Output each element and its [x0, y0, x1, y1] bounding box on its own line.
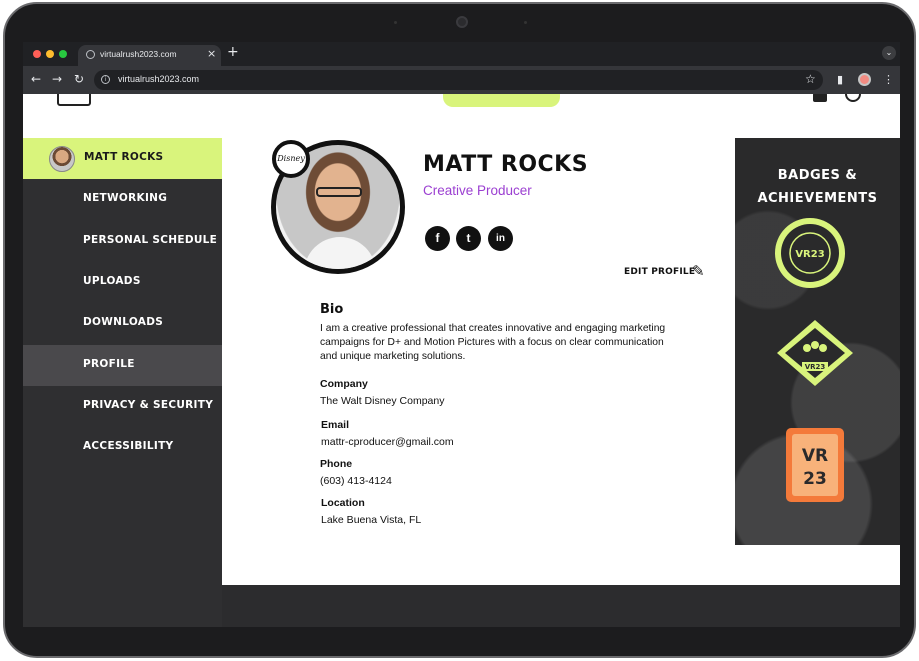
bookmark-star-icon[interactable]: ☆	[805, 72, 816, 86]
tab-search-icon[interactable]: ⌄	[882, 46, 896, 60]
vr23-ticket-badge[interactable]: VR 23	[784, 426, 846, 504]
sensor-dot	[394, 21, 397, 24]
sidebar-item-label: UPLOADS	[83, 275, 141, 287]
badge-figure	[819, 344, 827, 352]
profile-avatar-icon[interactable]	[858, 73, 871, 86]
company-value: The Walt Disney Company	[320, 395, 445, 407]
location-label: Location	[321, 497, 365, 509]
search-icon[interactable]	[845, 94, 861, 102]
sidebar-item-profile[interactable]: PROFILE	[23, 345, 222, 386]
badge-text: VR	[802, 446, 828, 466]
nav-link-about[interactable]: ABOUT US	[367, 94, 429, 97]
sidebar-item-label: PRIVACY & SECURITY	[83, 399, 214, 411]
nav-link-home[interactable]: HOME	[121, 94, 157, 97]
bio-heading: Bio	[320, 302, 344, 317]
sidebar-item-label: NETWORKING	[83, 192, 168, 204]
site-header: HOME EVENT MEMBERSHIPS ABOUT US	[23, 94, 900, 138]
browser-tab-bar: virtualrush2023.com × + ⌄	[23, 42, 900, 66]
company-logo-badge: Disney	[272, 140, 310, 178]
sidebar-item-personal-schedule[interactable]: PERSONAL SCHEDULE	[23, 221, 222, 262]
user-icon[interactable]	[813, 94, 827, 102]
edit-profile-link[interactable]: EDIT PROFILE	[624, 267, 695, 277]
sidepanel-icon[interactable]: ▮	[837, 73, 843, 86]
bio-text: I am a creative professional that create…	[320, 323, 666, 362]
screen: virtualrush2023.com × + ⌄ ← → ↻ i virtua…	[23, 42, 900, 627]
url-text: virtualrush2023.com	[118, 74, 200, 84]
badge-text: VR23	[795, 249, 824, 260]
right-panel-footer	[735, 545, 900, 585]
badges-panel: BADGES & ACHIEVEMENTS VR23 VR23 VR 23	[735, 138, 900, 545]
sidebar-user-name: MATT ROCKS	[84, 151, 164, 163]
profile-name: MATT ROCKS	[423, 152, 589, 177]
badges-title-line2: ACHIEVEMENTS	[757, 191, 878, 206]
browser-menu-icon[interactable]: ⋮	[883, 73, 894, 86]
maximize-window-dot[interactable]	[59, 50, 67, 58]
globe-icon	[86, 50, 95, 59]
tablet-frame: virtualrush2023.com × + ⌄ ← → ↻ i virtua…	[3, 2, 916, 658]
sidebar-item-networking[interactable]: NETWORKING	[23, 179, 222, 220]
nav-link-event[interactable]: EVENT	[185, 94, 224, 97]
avatar	[49, 146, 75, 172]
vr23-diamond-badge[interactable]: VR23	[775, 318, 855, 388]
badges-title-line1: BADGES &	[777, 168, 858, 183]
sidebar-item-label: PERSONAL SCHEDULE	[83, 234, 218, 246]
web-page: HOME EVENT MEMBERSHIPS ABOUT US MATT ROC…	[23, 94, 900, 627]
forward-button[interactable]: →	[52, 72, 62, 86]
sidebar-item-label: ACCESSIBILITY	[83, 440, 174, 452]
badge-figure	[803, 344, 811, 352]
sidebar-item-accessibility[interactable]: ACCESSIBILITY	[23, 427, 222, 468]
sidebar-item-uploads[interactable]: UPLOADS	[23, 262, 222, 303]
pencil-icon[interactable]: ✎	[692, 262, 705, 280]
phone-label: Phone	[320, 458, 353, 470]
tab-title: virtualrush2023.com	[100, 49, 177, 59]
sidebar: MATT ROCKS NETWORKING PERSONAL SCHEDULE …	[23, 138, 222, 627]
linkedin-icon[interactable]: in	[488, 226, 513, 251]
new-tab-button[interactable]: +	[227, 44, 239, 60]
badges-title: BADGES & ACHIEVEMENTS	[735, 164, 900, 210]
site-logo[interactable]	[57, 94, 91, 106]
nav-link-membership[interactable]: MEMBERSHIPS	[254, 94, 342, 97]
get-tickets-button[interactable]	[443, 94, 560, 107]
close-tab-icon[interactable]: ×	[207, 47, 216, 60]
badge-text: 23	[803, 469, 827, 489]
back-button[interactable]: ←	[31, 72, 41, 86]
sidebar-item-downloads[interactable]: DOWNLOADS	[23, 303, 222, 344]
badge-figure	[811, 341, 819, 349]
browser-tab[interactable]: virtualrush2023.com ×	[78, 45, 221, 66]
sidebar-item-label: PROFILE	[83, 358, 135, 370]
profile-main: Disney MATT ROCKS Creative Producer f t …	[222, 138, 735, 585]
company-label: Company	[320, 378, 368, 390]
facebook-icon[interactable]: f	[425, 226, 450, 251]
location-value: Lake Buena Vista, FL	[321, 514, 422, 526]
sidebar-item-label: DOWNLOADS	[83, 316, 164, 328]
glasses-shape	[316, 187, 362, 197]
reload-button[interactable]: ↻	[74, 72, 84, 86]
sensor-dot	[524, 21, 527, 24]
sidebar-item-privacy-security[interactable]: PRIVACY & SECURITY	[23, 386, 222, 427]
badge-text: VR23	[805, 363, 826, 371]
camera-icon	[456, 16, 468, 28]
address-bar[interactable]: i virtualrush2023.com ☆	[94, 70, 823, 90]
sidebar-user[interactable]: MATT ROCKS	[23, 138, 222, 179]
email-value: mattr-cproducer@gmail.com	[321, 436, 454, 448]
shirt-shape	[304, 237, 376, 269]
twitter-icon[interactable]: t	[456, 226, 481, 251]
browser-toolbar: ← → ↻ i virtualrush2023.com ☆ ▮ ⋮	[23, 66, 900, 94]
profile-role: Creative Producer	[423, 183, 532, 198]
close-window-dot[interactable]	[33, 50, 41, 58]
vr23-circle-badge[interactable]: VR23	[772, 215, 848, 291]
email-label: Email	[321, 419, 350, 431]
site-info-icon[interactable]: i	[101, 75, 110, 84]
phone-value: (603) 413-4124	[320, 475, 392, 487]
minimize-window-dot[interactable]	[46, 50, 54, 58]
